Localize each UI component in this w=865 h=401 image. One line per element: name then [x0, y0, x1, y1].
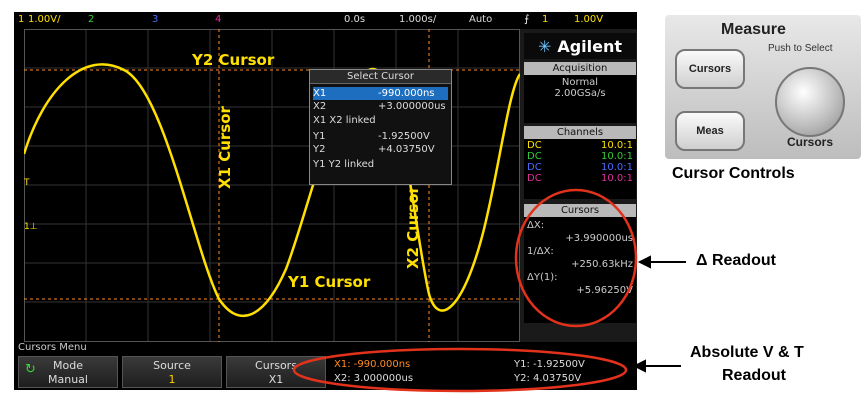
cursor-controls-caption: Cursor Controls: [672, 165, 795, 182]
cursors-button[interactable]: Cursors: [675, 49, 745, 89]
front-panel-photo: Measure Push to Select Cursors Meas Curs…: [665, 15, 861, 159]
knob-label: Cursors: [787, 135, 834, 149]
delta-readout-ring: [514, 188, 638, 328]
meas-button[interactable]: Meas: [675, 111, 745, 151]
push-to-select-label: Push to Select: [768, 43, 833, 54]
measure-title: Measure: [721, 21, 786, 38]
delta-readout-caption: Δ Readout: [696, 252, 776, 269]
cursors-knob[interactable]: [775, 67, 845, 137]
absolute-readout-caption-2: Readout: [722, 367, 786, 384]
absolute-readout-caption-1: Absolute V & T: [690, 344, 804, 361]
absolute-readout-ring: [292, 347, 628, 393]
